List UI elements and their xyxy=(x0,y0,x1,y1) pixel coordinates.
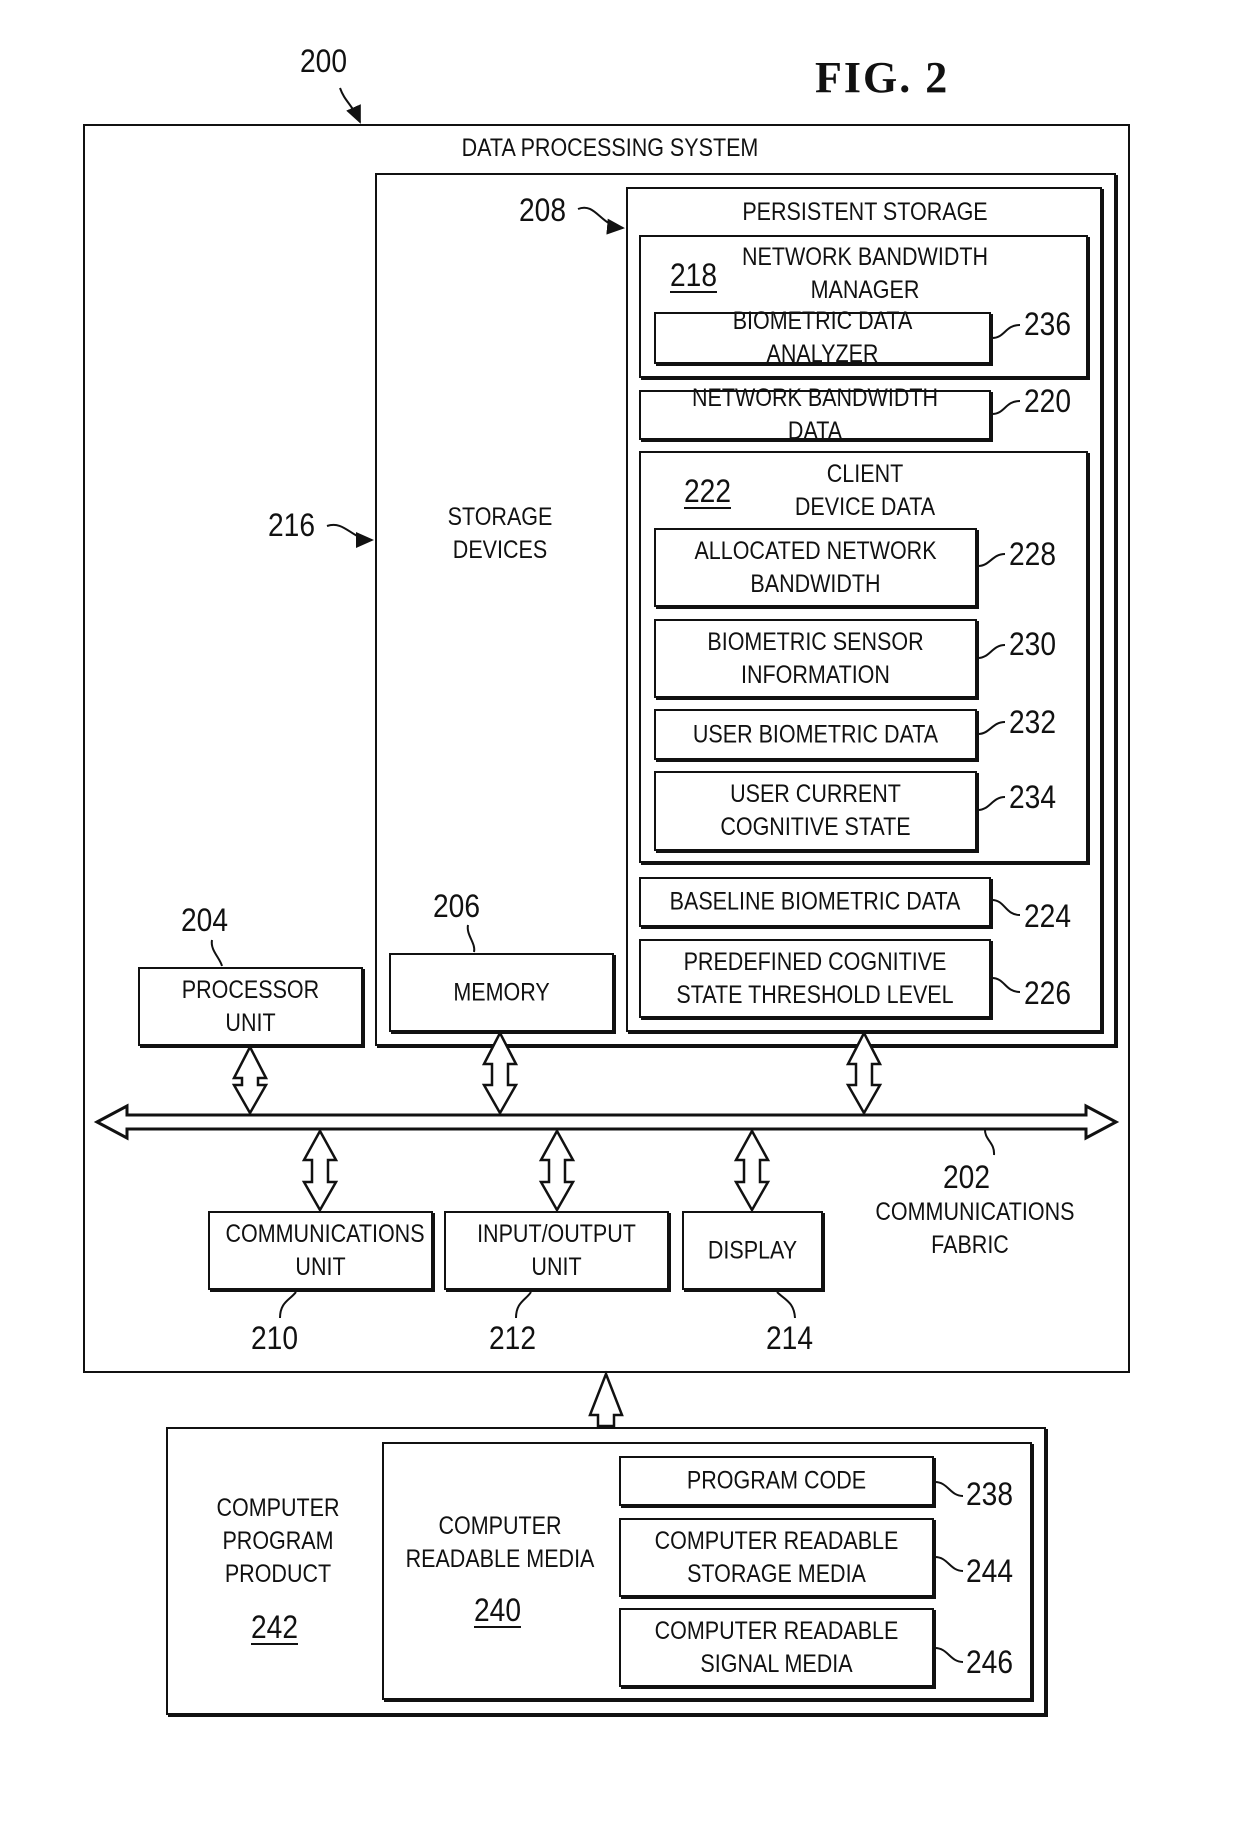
ref-236: 236 xyxy=(1024,306,1071,342)
ref-226: 226 xyxy=(1024,975,1071,1011)
ref-204: 204 xyxy=(181,902,228,938)
ref-208: 208 xyxy=(519,192,566,228)
biometric-data-analyzer-box: BIOMETRIC DATA ANALYZER xyxy=(654,307,991,368)
communications-unit-label: COMMUNICATIONS UNIT xyxy=(225,1219,425,1281)
input-output-unit-box: INPUT/OUTPUT UNIT xyxy=(444,1211,669,1290)
biometric-sensor-information-box: BIOMETRIC SENSOR INFORMATION xyxy=(654,619,977,698)
ref-220: 220 xyxy=(1024,383,1071,419)
predefined-threshold-box: PREDEFINED COGNITIVE STATE THRESHOLD LEV… xyxy=(639,939,991,1018)
program-code-label: PROGRAM CODE xyxy=(686,1466,867,1495)
network-bandwidth-manager-label: NETWORK BANDWIDTH MANAGER xyxy=(741,243,989,304)
ref-212: 212 xyxy=(489,1320,536,1356)
computer-readable-storage-media-box: COMPUTER READABLE STORAGE MEDIA xyxy=(619,1518,934,1597)
program-code-box: PROGRAM CODE xyxy=(619,1456,934,1506)
communications-unit-box: COMMUNICATIONS UNIT xyxy=(208,1211,433,1290)
processor-unit-label: PROCESSOR UNIT xyxy=(181,975,320,1037)
baseline-biometric-data-box: BASELINE BIOMETRIC DATA xyxy=(639,877,991,927)
ref-206: 206 xyxy=(433,888,480,924)
allocated-network-bandwidth-box: ALLOCATED NETWORK BANDWIDTH xyxy=(654,528,977,607)
communications-fabric-label: COMMUNICATIONS FABRIC xyxy=(875,1198,1075,1259)
ref-214: 214 xyxy=(766,1320,813,1356)
computer-readable-media-label: COMPUTER READABLE MEDIA xyxy=(405,1512,595,1573)
user-current-cognitive-state-box: USER CURRENT COGNITIVE STATE xyxy=(654,771,977,851)
ref-238: 238 xyxy=(966,1476,1013,1512)
client-device-data-label: CLIENT DEVICE DATA xyxy=(794,460,936,521)
ref-200: 200 xyxy=(300,43,347,79)
input-output-unit-label: INPUT/OUTPUT UNIT xyxy=(477,1219,636,1281)
ref-222: 222 xyxy=(684,473,731,509)
memory-label: MEMORY xyxy=(453,978,550,1006)
storage-devices-label: STORAGE DEVICES xyxy=(447,503,553,564)
ref-244: 244 xyxy=(966,1553,1013,1589)
allocated-network-bandwidth-label: ALLOCATED NETWORK BANDWIDTH xyxy=(694,536,937,598)
ref-210: 210 xyxy=(251,1320,298,1356)
ref-234: 234 xyxy=(1009,779,1056,815)
computer-readable-signal-media-box: COMPUTER READABLE SIGNAL MEDIA xyxy=(619,1608,934,1687)
persistent-storage-label: PERSISTENT STORAGE xyxy=(742,198,988,226)
ref-202: 202 xyxy=(943,1159,990,1195)
biometric-data-analyzer-label: BIOMETRIC DATA ANALYZER xyxy=(732,307,913,368)
ref-216: 216 xyxy=(268,507,315,543)
baseline-biometric-data-label: BASELINE BIOMETRIC DATA xyxy=(669,887,961,916)
user-current-cognitive-state-label: USER CURRENT COGNITIVE STATE xyxy=(720,780,911,841)
display-box: DISPLAY xyxy=(682,1211,823,1290)
ref-230: 230 xyxy=(1009,626,1056,662)
network-bandwidth-data-box: NETWORK BANDWIDTH DATA xyxy=(639,384,991,445)
predefined-threshold-label: PREDEFINED COGNITIVE STATE THRESHOLD LEV… xyxy=(676,947,954,1009)
processor-unit-box: PROCESSOR UNIT xyxy=(138,967,363,1046)
leader-200 xyxy=(339,87,361,124)
memory-box: MEMORY xyxy=(389,953,614,1032)
biometric-sensor-information-label: BIOMETRIC SENSOR INFORMATION xyxy=(707,627,924,689)
data-processing-system-title: DATA PROCESSING SYSTEM xyxy=(461,134,759,162)
ref-242: 242 xyxy=(251,1609,298,1645)
network-bandwidth-data-label: NETWORK BANDWIDTH DATA xyxy=(691,384,939,445)
ref-224: 224 xyxy=(1024,898,1071,934)
display-label: DISPLAY xyxy=(707,1236,798,1264)
figure-title: FIG. 2 xyxy=(815,53,950,102)
program-product-arrow xyxy=(588,1370,624,1428)
ref-228: 228 xyxy=(1009,536,1056,572)
ref-232: 232 xyxy=(1009,704,1056,740)
ref-240: 240 xyxy=(474,1592,521,1628)
user-biometric-data-label: USER BIOMETRIC DATA xyxy=(692,720,939,748)
ref-218: 218 xyxy=(670,257,717,293)
ref-246: 246 xyxy=(966,1644,1013,1680)
computer-program-product-label: COMPUTER PROGRAM PRODUCT xyxy=(216,1494,340,1588)
user-biometric-data-box: USER BIOMETRIC DATA xyxy=(654,709,977,760)
computer-readable-signal-media-label: COMPUTER READABLE SIGNAL MEDIA xyxy=(654,1616,899,1678)
computer-readable-storage-media-label: COMPUTER READABLE STORAGE MEDIA xyxy=(654,1526,899,1588)
